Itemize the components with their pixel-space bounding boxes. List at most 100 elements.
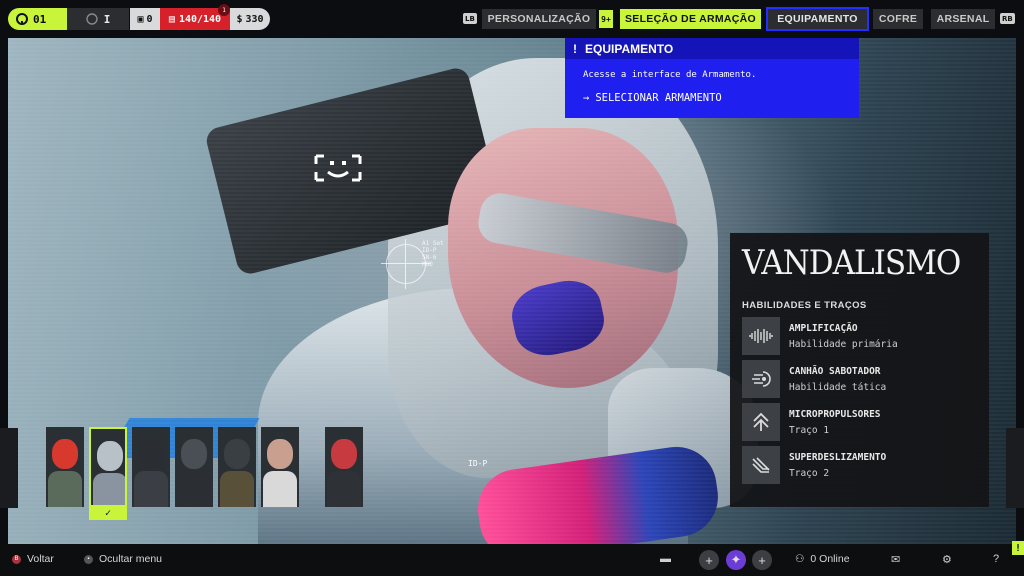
back-button[interactable]: B Voltar: [12, 553, 54, 565]
tab-selecao-de-armacao[interactable]: SELEÇÃO DE ARMAÇÃO: [620, 9, 761, 29]
back-label: Voltar: [27, 553, 54, 565]
warning-icon: !: [1012, 541, 1024, 555]
roster-agent-4[interactable]: [175, 427, 213, 507]
agent-portrait-torso: [177, 471, 211, 507]
health-icon: ▤: [168, 13, 175, 25]
player-level-icon: [16, 13, 28, 25]
party-avatar-button[interactable]: ✦: [726, 550, 746, 570]
online-label: 0 Online: [810, 553, 850, 565]
top-bar: 01 I ▣ 0 ▤ 140/140 1 $ 330 LB PERSONALIZ…: [0, 0, 1024, 38]
agent-portrait-torso: [93, 473, 125, 505]
agent-portrait-torso: [220, 471, 254, 507]
right-edge-tab: [1006, 428, 1024, 508]
gear-icon[interactable]: ⚙: [942, 553, 952, 566]
agent-portrait-head: [224, 439, 250, 469]
crosshair-icon: [381, 239, 431, 289]
cannon-icon: [742, 360, 780, 398]
rb-key-icon: RB: [1000, 13, 1015, 24]
roster-agent-7[interactable]: [325, 427, 363, 507]
view-button-icon: ▪: [84, 554, 93, 564]
left-edge-tab: [0, 428, 18, 508]
ability-name: CANHÃO SABOTADOR: [789, 365, 881, 377]
personalizacao-badge: 9+: [599, 10, 613, 28]
ability-type: Traço 1: [789, 424, 830, 436]
alert-icon: !: [573, 41, 577, 56]
friends-icon: ⚇: [795, 553, 805, 565]
ability-type: Habilidade primária: [789, 338, 898, 350]
tab-personalizacao[interactable]: PERSONALIZAÇÃO: [482, 9, 596, 29]
player-level-value: 01: [33, 12, 47, 26]
health-value: 140/140: [178, 13, 222, 25]
tab-arsenal[interactable]: ARSENAL: [931, 9, 995, 29]
add-party-left-button[interactable]: +: [699, 550, 719, 570]
player-rank[interactable]: I: [67, 8, 129, 30]
health-badge: 1: [218, 4, 230, 16]
select-armament-label: SELECIONAR ARMAMENTO: [595, 92, 722, 104]
roster-agent-6[interactable]: [261, 427, 299, 507]
soundwave-icon: [742, 317, 780, 355]
agent-portrait-torso: [48, 471, 82, 507]
roster-agent-5[interactable]: [218, 427, 256, 507]
tooltip-title: EQUIPAMENTO: [585, 41, 674, 56]
tokens-counter[interactable]: ▣ 0: [130, 8, 160, 30]
agent-portrait-torso: [263, 471, 297, 507]
b-button-icon: B: [12, 554, 21, 564]
agent-portrait-head: [331, 439, 357, 469]
ability-name: MICROPROPULSORES: [789, 408, 881, 420]
tab-cofre[interactable]: COFRE: [873, 9, 923, 29]
tab-equipamento[interactable]: EQUIPAMENTO: [766, 7, 869, 31]
agent-portrait-torso: [134, 471, 168, 507]
rank-circle-icon: [85, 13, 98, 25]
smiley-decal-icon: [314, 154, 362, 182]
ability-micropropulsores[interactable]: MICROPROPULSORES Traço 1: [742, 403, 972, 441]
agent-portrait-head: [138, 439, 164, 469]
help-icon[interactable]: ?: [993, 553, 999, 565]
hide-menu-label: Ocultar menu: [99, 553, 163, 565]
ability-type: Habilidade tática: [789, 381, 887, 393]
select-armament-link[interactable]: → SELECIONAR ARMAMENTO: [583, 92, 722, 104]
tokens-value: 0: [146, 13, 153, 25]
credits-value: 330: [245, 13, 264, 25]
token-icon: ▣: [137, 13, 144, 25]
ability-name: AMPLIFICAÇÃO: [789, 322, 858, 334]
add-party-right-button[interactable]: +: [752, 550, 772, 570]
credits-counter[interactable]: $ 330: [230, 8, 270, 30]
equipamento-tooltip: ! EQUIPAMENTO Acesse a interface de Arma…: [565, 38, 859, 118]
party-icon: ✦: [730, 552, 742, 567]
hide-menu-button[interactable]: ▪ Ocultar menu: [84, 553, 162, 565]
player-level[interactable]: 01: [8, 8, 67, 30]
mail-icon[interactable]: ✉: [891, 553, 900, 566]
agent-portrait-head: [97, 441, 123, 471]
arrow-right-icon: →: [583, 92, 590, 104]
plus-icon: +: [705, 552, 713, 568]
ability-type: Traço 2: [789, 467, 830, 479]
abilities-heading: HABILIDADES E TRAÇOS: [742, 300, 867, 311]
abilities-panel: VANDALISMO HABILIDADES E TRAÇOS AMPLIFIC…: [730, 233, 989, 507]
chat-icon[interactable]: ▬: [660, 553, 671, 565]
ability-canhao-sabotador[interactable]: CANHÃO SABOTADOR Habilidade tática: [742, 360, 972, 398]
reticle-readout: A1 Set ID-P SN-6 MOD: [422, 240, 444, 268]
roster-agent-3[interactable]: [132, 427, 170, 507]
roster-agent-1[interactable]: [46, 427, 84, 507]
agent-portrait-head: [181, 439, 207, 469]
bottom-bar: B Voltar ▪ Ocultar menu ▬ + ✦ + ⚇ 0 Onli…: [0, 544, 1024, 576]
roster-agent-2[interactable]: [89, 427, 127, 507]
plus-icon: +: [758, 552, 766, 568]
agent-portrait-head: [267, 439, 293, 469]
agent-portrait-torso: [327, 471, 361, 507]
selected-check-icon: ✓: [89, 507, 127, 520]
slide-icon: [742, 446, 780, 484]
lb-key-icon: LB: [463, 13, 477, 24]
player-rank-value: I: [103, 12, 111, 26]
ability-name: SUPERDESLIZAMENTO: [789, 451, 887, 463]
credits-icon: $: [236, 13, 243, 25]
ability-amplificacao[interactable]: AMPLIFICAÇÃO Habilidade primária: [742, 317, 972, 355]
agent-name: VANDALISMO: [742, 243, 961, 283]
tooltip-description: Acesse a interface de Armamento.: [583, 70, 757, 80]
scene-id-label: ID-P: [468, 459, 488, 468]
agent-portrait-head: [52, 439, 78, 469]
tooltip-header: ! EQUIPAMENTO: [565, 38, 859, 59]
online-friends[interactable]: ⚇ 0 Online: [795, 553, 850, 565]
thrusters-icon: [742, 403, 780, 441]
ability-superdeslizamento[interactable]: SUPERDESLIZAMENTO Traço 2: [742, 446, 972, 484]
